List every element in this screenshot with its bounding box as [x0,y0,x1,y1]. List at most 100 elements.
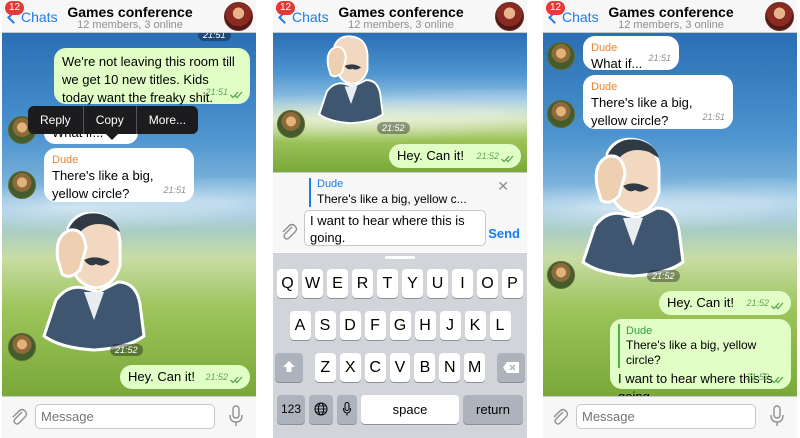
key-l[interactable]: L [489,311,511,340]
facepalm-sticker[interactable] [579,134,687,282]
chat-title[interactable]: Games conference [583,4,759,20]
key-z[interactable]: Z [314,353,336,382]
return-key[interactable]: return [463,395,523,424]
message-input[interactable] [576,404,756,429]
key-o[interactable]: O [477,269,498,298]
reply-sender-name: Dude [317,178,344,190]
reply-preview-text: There's like a big, yellow c... [317,192,467,206]
sender-avatar[interactable] [547,261,575,289]
key-w[interactable]: W [302,269,323,298]
chat-screen-reply-sent: 12 Chats Games conference 12 members, 3 … [543,0,797,438]
key-j[interactable]: J [439,311,461,340]
unread-badge: 12 [546,1,566,15]
message-time: 21:51 [205,87,228,97]
key-u[interactable]: U [427,269,448,298]
numbers-key[interactable]: 123 [277,395,305,424]
double-check-icon [230,91,243,99]
paperclip-icon[interactable] [9,407,29,427]
key-k[interactable]: K [464,311,486,340]
chat-title[interactable]: Games conference [313,4,489,20]
sender-avatar[interactable] [8,333,36,361]
outgoing-message[interactable]: Hey. Can it! 21:52 [659,291,791,315]
message-time: 21:52 [476,151,499,161]
group-avatar[interactable] [765,2,794,31]
shift-icon [282,361,295,372]
quoted-text: There's like a big, yellow circle? [626,338,757,367]
incoming-message[interactable]: Dude There's like a big, yellow circle? … [583,75,733,129]
sender-avatar[interactable] [547,100,575,128]
incoming-message[interactable]: Dude There's like a big, yellow circle? … [44,148,194,202]
key-f[interactable]: F [364,311,386,340]
key-h[interactable]: H [414,311,436,340]
key-s[interactable]: S [314,311,336,340]
key-e[interactable]: E [327,269,348,298]
sender-avatar[interactable] [277,110,305,138]
close-icon[interactable]: ✕ [497,178,509,195]
globe-key[interactable] [309,395,333,424]
outgoing-reply-message[interactable]: Dude There's like a big, yellow circle? … [610,319,791,404]
shift-key[interactable] [274,353,303,382]
dictation-key[interactable] [337,395,357,424]
key-v[interactable]: V [389,353,411,382]
reply-menu-item[interactable]: Reply [28,106,84,134]
key-m[interactable]: M [464,353,486,382]
outgoing-message[interactable]: Hey. Can it! 21:52 [389,144,521,168]
key-c[interactable]: C [364,353,386,382]
sender-avatar[interactable] [547,42,575,70]
chat-screen-reply-compose: 12 Chats Games conference 12 members, 3 … [273,0,527,438]
key-g[interactable]: G [389,311,411,340]
key-y[interactable]: Y [402,269,423,298]
message-input[interactable] [35,404,215,429]
key-n[interactable]: N [439,353,461,382]
more-menu-item[interactable]: More... [137,106,198,134]
message-time: 21:51 [163,185,186,195]
paperclip-icon[interactable] [550,407,570,427]
key-i[interactable]: I [452,269,473,298]
microphone-icon [343,402,351,416]
key-t[interactable]: T [377,269,398,298]
key-spacer [487,353,495,382]
sender-name: Dude [52,154,79,166]
group-avatar[interactable] [495,2,524,31]
key-x[interactable]: X [339,353,361,382]
paperclip-icon[interactable] [279,222,299,242]
key-d[interactable]: D [339,311,361,340]
key-a[interactable]: A [289,311,311,340]
keyboard-row-4: 123 space return [273,395,527,424]
backspace-key[interactable] [497,353,526,382]
message-time: 21:52 [746,298,769,308]
keyboard-row-3: Z X C V B N M [273,353,527,382]
backspace-icon [503,362,520,373]
group-avatar[interactable] [224,2,253,31]
key-q[interactable]: Q [277,269,298,298]
reply-preview-bar: Dude There's like a big, yellow c... ✕ [273,172,527,212]
facepalm-sticker[interactable] [40,208,148,356]
send-button[interactable]: Send [488,226,520,241]
sticker-time: 21:52 [110,344,143,356]
space-key[interactable]: space [361,395,459,424]
key-r[interactable]: R [352,269,373,298]
compose-bar: I want to hear where this is going. Send [273,210,527,252]
chat-subtitle: 12 members, 3 online [348,19,454,31]
outgoing-message[interactable]: We're not leaving this room till we get … [54,48,250,105]
key-spacer [305,353,313,382]
keyboard: Q W E R T Y U I O P A S D F G H J K L Z … [273,253,527,438]
outgoing-message[interactable]: Hey. Can it! 21:52 [120,365,250,389]
facepalm-sticker[interactable] [315,33,387,127]
microphone-icon[interactable] [770,405,784,427]
key-b[interactable]: B [414,353,436,382]
incoming-message[interactable]: Dude What if... 21:51 [583,36,679,71]
chat-header: 12 Chats Games conference 12 members, 3 … [543,0,797,33]
keyboard-grabber[interactable] [385,256,415,259]
message-time: 21:51 [702,112,725,122]
message-time: 21:51 [648,53,671,63]
message-input-bar [2,396,256,438]
sender-avatar[interactable] [8,171,36,199]
quoted-message[interactable]: Dude There's like a big, yellow circle? [618,324,783,368]
chat-title[interactable]: Games conference [42,4,218,20]
key-p[interactable]: P [502,269,523,298]
copy-menu-item[interactable]: Copy [84,106,137,134]
message-input[interactable]: I want to hear where this is going. [304,210,486,246]
microphone-icon[interactable] [229,405,243,427]
double-check-icon [501,155,514,163]
